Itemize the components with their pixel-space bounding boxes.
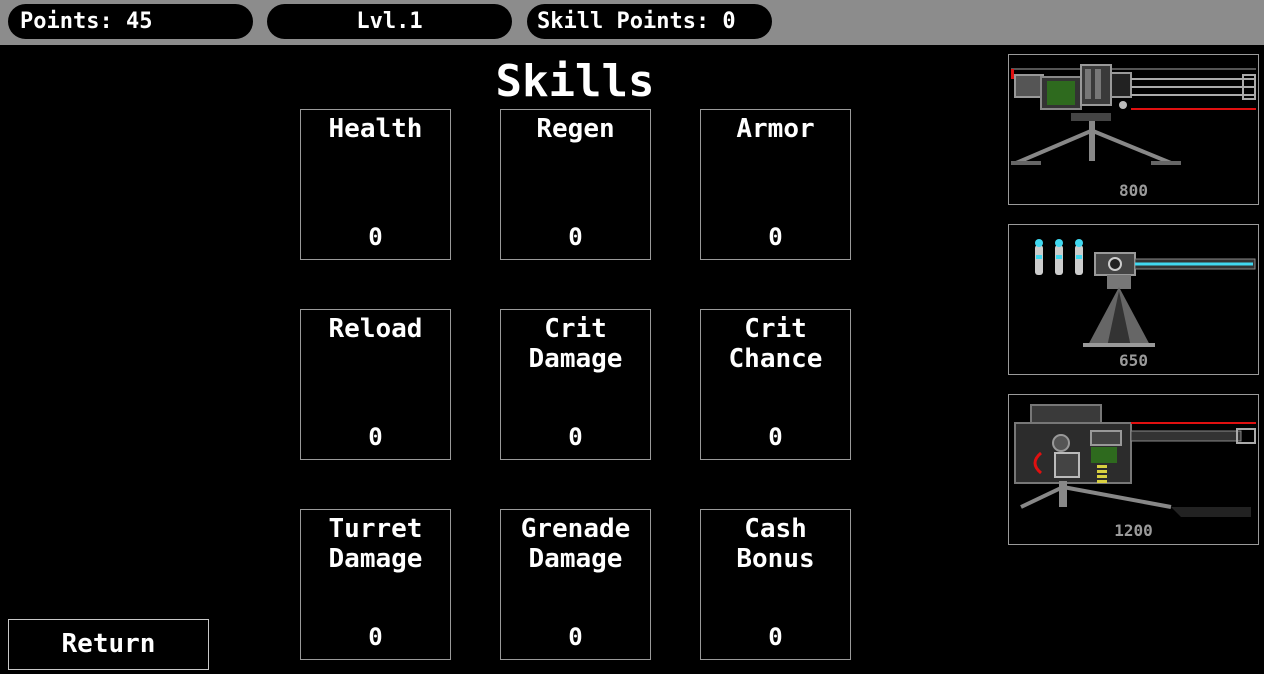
turret-laser-card[interactable]: 650 bbox=[1008, 224, 1259, 375]
page-title: Skills bbox=[495, 56, 655, 107]
return-button[interactable]: Return bbox=[8, 619, 209, 670]
skill-name: Health bbox=[328, 114, 423, 144]
turret-price: 650 bbox=[1119, 351, 1148, 370]
skill-armor-button[interactable]: Armor 0 bbox=[700, 109, 851, 260]
skill-value: 0 bbox=[768, 223, 783, 251]
skill-crit-damage-button[interactable]: Crit Damage 0 bbox=[500, 309, 651, 460]
skill-name: Crit Damage bbox=[528, 314, 623, 374]
skill-cash-bonus-button[interactable]: Cash Bonus 0 bbox=[700, 509, 851, 660]
level-indicator: Lvl.1 bbox=[267, 4, 512, 39]
skill-value: 0 bbox=[368, 623, 383, 651]
turret-heavy-card[interactable]: 1200 bbox=[1008, 394, 1259, 545]
turret-price: 800 bbox=[1119, 181, 1148, 200]
skill-grenade-damage-button[interactable]: Grenade Damage 0 bbox=[500, 509, 651, 660]
turret-price: 1200 bbox=[1114, 521, 1153, 540]
points-counter: Points: 45 bbox=[8, 4, 253, 39]
skill-name: Turret Damage bbox=[328, 514, 423, 574]
skill-crit-chance-button[interactable]: Crit Chance 0 bbox=[700, 309, 851, 460]
top-bar: Points: 45 Lvl.1 Skill Points: 0 bbox=[0, 0, 1264, 45]
minigun-turret-icon bbox=[1011, 64, 1256, 165]
skill-name: Armor bbox=[736, 114, 815, 144]
skill-value: 0 bbox=[368, 423, 383, 451]
skill-name: Crit Chance bbox=[728, 314, 823, 374]
skill-value: 0 bbox=[568, 223, 583, 251]
skill-value: 0 bbox=[768, 623, 783, 651]
skill-value: 0 bbox=[368, 223, 383, 251]
skill-value: 0 bbox=[568, 423, 583, 451]
skill-value: 0 bbox=[768, 423, 783, 451]
skill-name: Reload bbox=[328, 314, 423, 344]
laser-turret-icon bbox=[1035, 239, 1256, 347]
turret-minigun-card[interactable]: 800 bbox=[1008, 54, 1259, 205]
heavy-turret-icon bbox=[1014, 404, 1256, 517]
skill-reload-button[interactable]: Reload 0 bbox=[300, 309, 451, 460]
skill-turret-damage-button[interactable]: Turret Damage 0 bbox=[300, 509, 451, 660]
skill-value: 0 bbox=[568, 623, 583, 651]
skill-regen-button[interactable]: Regen 0 bbox=[500, 109, 651, 260]
skill-name: Cash Bonus bbox=[736, 514, 815, 574]
skill-name: Regen bbox=[536, 114, 615, 144]
skill-health-button[interactable]: Health 0 bbox=[300, 109, 451, 260]
skill-points-counter: Skill Points: 0 bbox=[527, 4, 772, 39]
skill-name: Grenade Damage bbox=[520, 514, 631, 574]
